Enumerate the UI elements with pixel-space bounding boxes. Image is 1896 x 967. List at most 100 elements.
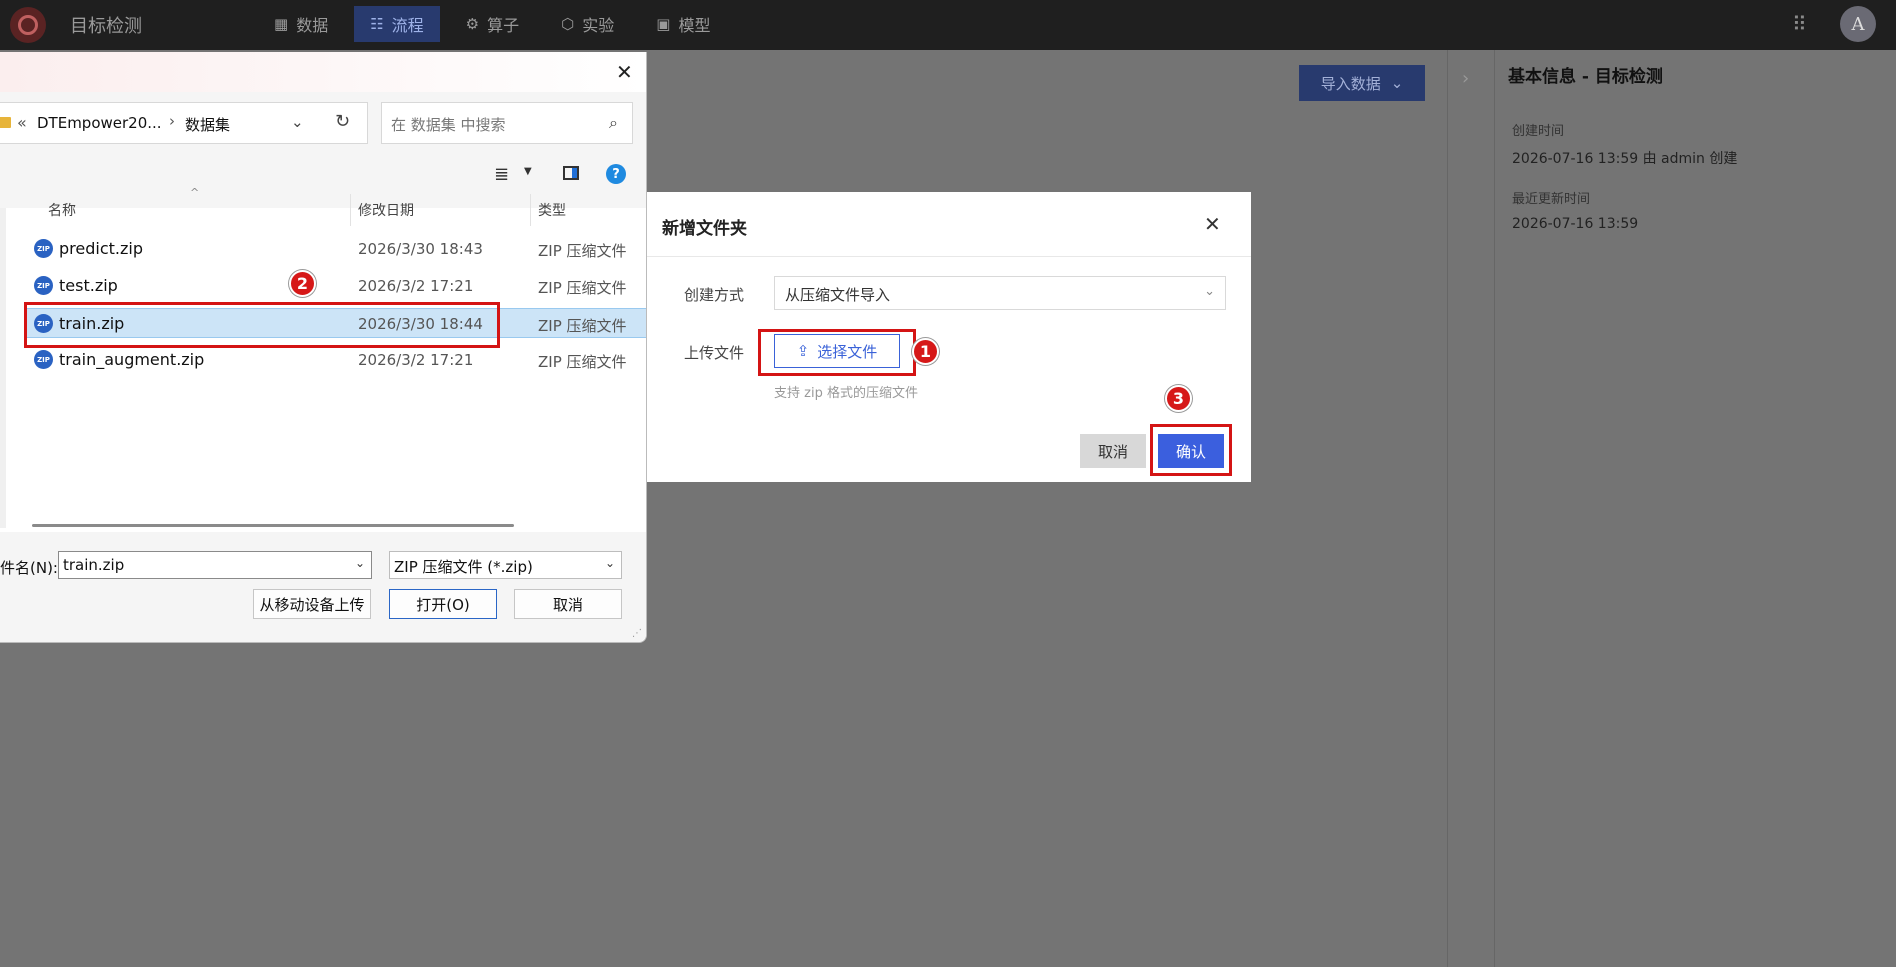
file-name: predict.zip [59, 239, 143, 258]
zip-file-icon: ZIP [34, 350, 53, 369]
step-marker-1: 1 [912, 338, 939, 365]
created-label: 创建时间 [1512, 124, 1565, 139]
column-separator[interactable] [350, 194, 351, 226]
file-row[interactable]: ZIP predict.zip 2026/3/30 18:43 ZIP 压缩文件 [26, 234, 646, 264]
highlight-box [24, 302, 500, 348]
filetype-value: ZIP 压缩文件 (*.zip) [394, 558, 533, 576]
chevron-down-icon: ⌄ [1204, 284, 1215, 299]
import-data-button[interactable]: 导入数据 ⌄ [1299, 65, 1425, 101]
column-separator[interactable] [530, 194, 531, 226]
dialog-footer [0, 532, 646, 642]
file-date: 2026/3/2 17:21 [358, 351, 474, 369]
file-type: ZIP 压缩文件 [538, 317, 627, 335]
upload-hint: 支持 zip 格式的压缩文件 [774, 386, 918, 401]
upload-label: 上传文件 [684, 344, 745, 362]
folder-icon [0, 117, 11, 128]
file-name: test.zip [59, 276, 118, 295]
step-marker-2: 2 [289, 270, 316, 297]
breadcrumb-item[interactable]: 数据集 [185, 114, 230, 135]
dialog-header: 新增文件夹 ✕ [626, 192, 1251, 257]
operator-icon: ⚙ [465, 15, 480, 33]
file-name: train_augment.zip [59, 350, 205, 369]
file-date: 2026/3/30 18:43 [358, 240, 483, 258]
method-label: 创建方式 [684, 286, 745, 304]
refresh-icon[interactable]: ↻ [335, 111, 350, 132]
created-value: 2026-07-16 13:59 由 admin 创建 [1512, 151, 1738, 167]
nav-item-flow[interactable]: ☷ 流程 [354, 6, 440, 42]
method-value: 从压缩文件导入 [785, 286, 891, 304]
breadcrumb-prefix: « [17, 113, 27, 132]
chevron-right-icon: › [169, 112, 175, 130]
nav-item-operator[interactable]: ⚙ 算子 [450, 6, 535, 42]
column-header-type[interactable]: 类型 [538, 200, 566, 220]
cancel-button[interactable]: 取消 [1080, 434, 1146, 468]
chevron-down-icon[interactable]: ⌄ [355, 556, 365, 570]
nav-label: 模型 [678, 16, 711, 35]
panel-divider [1447, 50, 1448, 967]
search-input[interactable]: 在 数据集 中搜索 ⌕ [381, 102, 633, 144]
highlight-box [758, 329, 916, 376]
file-type: ZIP 压缩文件 [538, 242, 627, 260]
preview-pane-icon[interactable] [563, 166, 579, 180]
nav-item-data[interactable]: ▦ 数据 [258, 6, 344, 42]
close-icon[interactable]: ✕ [616, 60, 633, 84]
nav-pane-edge [0, 208, 6, 528]
step-marker-3: 3 [1165, 385, 1192, 412]
nav-label: 实验 [582, 16, 615, 35]
zip-file-icon: ZIP [34, 276, 53, 295]
dialog-titlebar [0, 52, 646, 92]
view-list-icon[interactable]: ≣ [494, 164, 509, 185]
column-header-date[interactable]: 修改日期 [358, 200, 414, 220]
flow-icon: ☷ [370, 15, 384, 33]
dialog-title: 新增文件夹 [662, 219, 747, 239]
file-row[interactable]: ZIP train_augment.zip 2026/3/2 17:21 ZIP… [26, 345, 646, 375]
table-icon: ▦ [274, 15, 289, 33]
file-cancel-button[interactable]: 取消 [514, 589, 622, 619]
file-type: ZIP 压缩文件 [538, 279, 627, 297]
method-select[interactable]: 从压缩文件导入 ⌄ [774, 276, 1226, 310]
breadcrumb-item[interactable]: DTEmpower20... [37, 114, 162, 132]
search-placeholder: 在 数据集 中搜索 [391, 116, 506, 134]
nav-label: 算子 [487, 16, 520, 35]
app-title: 目标检测 [70, 16, 142, 37]
chevron-right-icon[interactable]: › [1462, 68, 1469, 89]
brand-logo [10, 7, 46, 43]
chevron-down-icon: ⌄ [604, 556, 615, 570]
zip-file-icon: ZIP [34, 239, 53, 258]
nav-label: 流程 [391, 16, 424, 35]
nav-label: 数据 [296, 16, 329, 35]
sort-caret-icon: ^ [190, 186, 200, 199]
chevron-down-icon[interactable]: ▼ [524, 166, 532, 177]
main-nav: ▦ 数据 ☷ 流程 ⚙ 算子 ⬡ 实验 ▣ 模型 [258, 6, 736, 42]
chevron-down-icon[interactable]: ⌄ [291, 113, 304, 131]
info-panel-title: 基本信息 - 目标检测 [1508, 67, 1663, 87]
filename-input[interactable]: train.zip ⌄ [58, 551, 372, 579]
search-icon: ⌕ [609, 113, 618, 132]
resize-grip-icon[interactable]: ⋰ [632, 628, 642, 639]
mobile-upload-button[interactable]: 从移动设备上传 [253, 589, 371, 619]
close-icon[interactable]: ✕ [1204, 212, 1221, 236]
filename-value: train.zip [63, 556, 125, 574]
updated-label: 最近更新时间 [1512, 192, 1591, 207]
nav-item-model[interactable]: ▣ 模型 [640, 6, 726, 42]
file-row[interactable]: ZIP test.zip 2026/3/2 17:21 ZIP 压缩文件 [26, 271, 646, 301]
filename-label: 件名(N): [0, 559, 58, 577]
file-type: ZIP 压缩文件 [538, 353, 627, 371]
avatar[interactable]: A [1840, 6, 1876, 42]
updated-value: 2026-07-16 13:59 [1512, 216, 1639, 232]
top-bar: 目标检测 ▦ 数据 ☷ 流程 ⚙ 算子 ⬡ 实验 ▣ 模型 ⠿ A [0, 0, 1896, 50]
save-icon: ▣ [656, 15, 671, 33]
address-bar[interactable]: « DTEmpower20... › 数据集 ⌄ ↻ [0, 102, 368, 144]
help-icon[interactable]: ? [606, 164, 626, 184]
cube-icon: ⬡ [561, 15, 575, 33]
open-button[interactable]: 打开(O) [389, 589, 497, 619]
nav-item-experiment[interactable]: ⬡ 实验 [545, 6, 630, 42]
import-data-label: 导入数据 [1320, 74, 1381, 93]
horizontal-scrollbar[interactable] [32, 524, 514, 527]
highlight-box [1150, 424, 1232, 476]
column-header-name[interactable]: 名称 [48, 200, 76, 220]
chevron-down-icon: ⌄ [1390, 74, 1404, 92]
apps-grid-icon[interactable]: ⠿ [1792, 14, 1812, 34]
file-date: 2026/3/2 17:21 [358, 277, 474, 295]
filetype-select[interactable]: ZIP 压缩文件 (*.zip) ⌄ [389, 551, 622, 579]
